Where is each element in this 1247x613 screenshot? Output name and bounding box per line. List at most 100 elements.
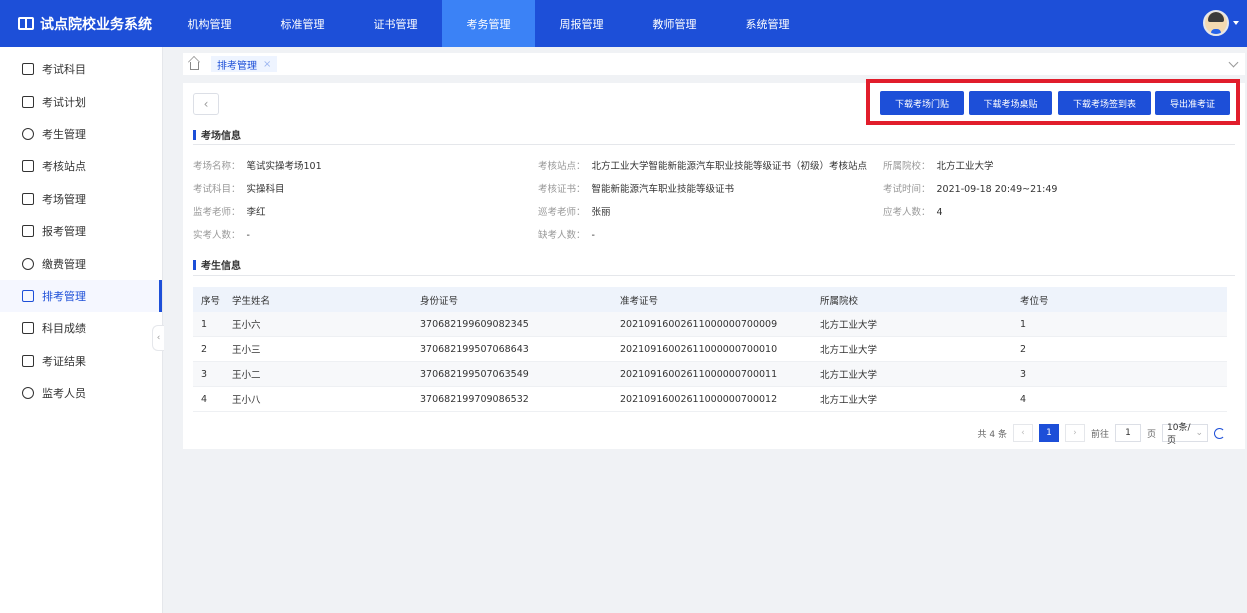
inspector: 巡考老师： 张丽 (538, 207, 611, 218)
page-size-select[interactable]: 10条/页 ⌄ (1162, 423, 1208, 446)
home-icon[interactable] (183, 53, 205, 75)
col-index: 序号 (201, 295, 221, 307)
download-desk-sticker-button[interactable]: 下载考场桌贴 (969, 91, 1052, 115)
sidebar-item-proctors[interactable]: 监考人员 (0, 377, 162, 409)
sidebar-item-label: 考试计划 (42, 95, 86, 109)
sidebar: 考试科目 考试计划 考生管理 考核站点 考场管理 报考管理 缴费管理 排考管理 … (0, 47, 163, 613)
cell-school: 北方工业大学 (820, 320, 878, 331)
prev-page-button[interactable]: ‹ (1012, 424, 1033, 442)
table-row[interactable]: 1 王小六 370682199609082345 202109160026110… (193, 312, 1227, 337)
sidebar-item-label: 排考管理 (42, 289, 86, 303)
cell-index: 4 (201, 393, 208, 405)
certificate: 考核证书： 智能新能源汽车职业技能等级证书 (538, 184, 735, 195)
sidebar-item-label: 考场管理 (42, 192, 86, 206)
top-bar: 试点院校业务系统 机构管理 标准管理 证书管理 考务管理 周报管理 教师管理 系… (0, 0, 1247, 47)
tab-scheduling[interactable]: 排考管理 × (211, 56, 278, 72)
sidebar-item-label: 监考人员 (42, 387, 86, 401)
sidebar-item-registration[interactable]: 报考管理 (0, 215, 162, 247)
main-panel: ‹ 下载考场门贴 下载考场桌贴 下载考场签到表 导出准考证 考场信息 考场名称：… (183, 79, 1245, 449)
school: 所属院校： 北方工业大学 (883, 161, 994, 172)
sidebar-item-label: 考证结果 (42, 354, 86, 368)
topnav-item-teacher[interactable]: 教师管理 (628, 0, 721, 47)
close-icon[interactable]: × (263, 59, 271, 70)
col-seat: 考位号 (1020, 295, 1049, 307)
sidebar-item-candidates[interactable]: 考生管理 (0, 118, 162, 150)
pagination: 共 4 条 ‹ 1 › 前往 1 页 10条/页 ⌄ (978, 423, 1225, 446)
sidebar-collapse-button[interactable]: ‹ (152, 325, 164, 351)
cell-ticket-number: 20210916002611000000700010 (620, 343, 778, 355)
topnav-item-system[interactable]: 系统管理 (721, 0, 814, 47)
cell-id-number: 370682199507068643 (420, 343, 529, 355)
currency-icon (22, 257, 34, 270)
cell-school: 北方工业大学 (820, 345, 878, 356)
cell-ticket-number: 20210916002611000000700012 (620, 393, 778, 405)
absent-count: 缺考人数： - (538, 230, 595, 241)
tab-bar: 排考管理 × (183, 53, 1245, 75)
people-icon (22, 387, 34, 400)
table-header: 序号 学生姓名 身份证号 准考证号 所属院校 考位号 (193, 287, 1227, 312)
table-row[interactable]: 3 王小二 370682199507063549 202109160026110… (193, 362, 1227, 387)
document-icon (22, 225, 34, 238)
page-size-value: 10条/页 (1167, 423, 1191, 446)
chevron-down-icon[interactable] (1228, 57, 1239, 68)
cell-seat: 2 (1020, 343, 1027, 355)
topnav-item-standard[interactable]: 标准管理 (256, 0, 349, 47)
table-row[interactable]: 2 王小三 370682199507068643 202109160026110… (193, 337, 1227, 362)
chevron-down-icon: ⌄ (1195, 428, 1203, 438)
goto-label: 前往 (1090, 429, 1109, 440)
sidebar-item-label: 考试科目 (42, 63, 86, 77)
sidebar-item-exam-rooms[interactable]: 考场管理 (0, 183, 162, 215)
sidebar-item-subject-scores[interactable]: 科目成绩 (0, 312, 162, 344)
app-title: 试点院校业务系统 (40, 16, 152, 33)
chevron-down-icon[interactable] (1233, 21, 1239, 25)
cell-id-number: 370682199507063549 (420, 368, 529, 380)
room-info-title: 考场信息 (193, 127, 241, 142)
topnav-item-org[interactable]: 机构管理 (163, 0, 256, 47)
sidebar-item-label: 考核站点 (42, 160, 86, 174)
topnav-item-weekly-report[interactable]: 周报管理 (535, 0, 628, 47)
divider (193, 144, 1235, 145)
download-door-sticker-button[interactable]: 下载考场门贴 (880, 91, 964, 115)
sidebar-item-exam-sites[interactable]: 考核站点 (0, 150, 162, 182)
tab-label: 排考管理 (217, 60, 257, 72)
topnav-item-exam-affairs[interactable]: 考务管理 (442, 0, 535, 47)
cell-index: 1 (201, 318, 208, 330)
cell-seat: 4 (1020, 393, 1027, 405)
download-signin-sheet-button[interactable]: 下载考场签到表 (1058, 91, 1151, 115)
cell-seat: 1 (1020, 318, 1027, 330)
cell-index: 2 (201, 343, 208, 355)
user-avatar[interactable] (1203, 10, 1229, 36)
cell-name: 王小二 (232, 370, 261, 381)
sidebar-item-label: 缴费管理 (42, 257, 86, 271)
user-circle-icon (22, 127, 34, 140)
sidebar-item-exam-subjects[interactable]: 考试科目 (0, 53, 162, 85)
topnav-item-certificate[interactable]: 证书管理 (349, 0, 442, 47)
score-icon (22, 322, 34, 335)
table-row[interactable]: 4 王小八 370682199709086532 202109160026110… (193, 387, 1227, 412)
cell-id-number: 370682199609082345 (420, 318, 529, 330)
schedule-icon (22, 289, 34, 302)
sidebar-item-exam-plan[interactable]: 考试计划 (0, 85, 162, 117)
export-admission-ticket-button[interactable]: 导出准考证 (1155, 91, 1230, 115)
grid-icon (22, 192, 34, 205)
col-name: 学生姓名 (232, 295, 271, 307)
sidebar-item-cert-results[interactable]: 考证结果 (0, 345, 162, 377)
page-number-button[interactable]: 1 (1038, 424, 1059, 442)
exam-time: 考试时间： 2021-09-18 20:49~21:49 (883, 184, 1058, 195)
refresh-icon[interactable] (1214, 427, 1225, 439)
col-school: 所属院校 (820, 295, 859, 307)
divider (193, 275, 1235, 276)
cell-school: 北方工业大学 (820, 395, 878, 406)
col-id-number: 身份证号 (420, 295, 459, 307)
room-name: 考场名称： 笔试实操考场101 (193, 161, 322, 172)
sidebar-item-payment[interactable]: 缴费管理 (0, 247, 162, 279)
goto-page-input[interactable]: 1 (1114, 424, 1141, 442)
back-button[interactable]: ‹ (193, 93, 219, 115)
next-page-button[interactable]: › (1064, 424, 1085, 442)
sidebar-item-label: 考生管理 (42, 127, 86, 141)
site-icon (22, 160, 34, 173)
cell-name: 王小六 (232, 320, 261, 331)
sidebar-item-scheduling[interactable]: 排考管理 (0, 279, 162, 313)
expected-count: 应考人数： 4 (883, 207, 943, 218)
app-logo[interactable]: 试点院校业务系统 (0, 0, 163, 47)
